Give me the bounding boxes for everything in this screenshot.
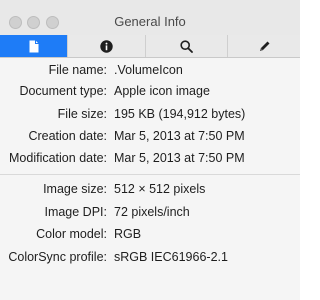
image-size-row: Image size: 512 × 512 pixels: [0, 182, 300, 202]
document-icon: [29, 40, 39, 53]
image-dpi-label: Image DPI:: [44, 205, 107, 219]
tab-general-info[interactable]: [0, 35, 68, 57]
general-info-window: General Info File name: .VolumeIcon Docu…: [0, 0, 300, 300]
tab-search[interactable]: [146, 35, 228, 57]
color-model-row: Color model: RGB: [0, 227, 300, 247]
modification-date-row: Modification date: Mar 5, 2013 at 7:50 P…: [0, 151, 300, 171]
file-size-label: File size:: [57, 107, 107, 121]
file-size-row: File size: 195 KB (194,912 bytes): [0, 107, 300, 127]
info-icon: [100, 39, 113, 53]
document-type-value: Apple icon image: [114, 84, 210, 98]
document-type-row: Document type: Apple icon image: [0, 84, 300, 104]
modification-date-value: Mar 5, 2013 at 7:50 PM: [114, 151, 245, 165]
image-dpi-row: Image DPI: 72 pixels/inch: [0, 205, 300, 225]
color-model-value: RGB: [114, 227, 142, 241]
search-icon: [180, 39, 193, 53]
tab-more-info[interactable]: [68, 35, 146, 57]
inspector-tab-bar: [0, 35, 300, 58]
colorsync-profile-value: sRGB IEC61966-2.1: [114, 250, 228, 264]
creation-date-label: Creation date:: [28, 129, 107, 143]
pencil-icon: [258, 40, 271, 53]
file-name-row: File name: .VolumeIcon: [0, 63, 300, 83]
file-name-value: .VolumeIcon: [114, 63, 183, 77]
document-type-label: Document type:: [19, 84, 107, 98]
title-bar: General Info: [0, 0, 300, 36]
file-size-value: 195 KB (194,912 bytes): [114, 107, 246, 121]
colorsync-profile-row: ColorSync profile: sRGB IEC61966-2.1: [0, 250, 300, 270]
modification-date-label: Modification date:: [9, 151, 107, 165]
color-model-label: Color model:: [36, 227, 107, 241]
creation-date-row: Creation date: Mar 5, 2013 at 7:50 PM: [0, 129, 300, 149]
colorsync-profile-label: ColorSync profile:: [8, 250, 107, 264]
window-title: General Info: [114, 14, 186, 29]
creation-date-value: Mar 5, 2013 at 7:50 PM: [114, 129, 245, 143]
file-name-label: File name:: [48, 63, 107, 77]
image-size-value: 512 × 512 pixels: [114, 182, 206, 196]
tab-annotate[interactable]: [228, 35, 300, 57]
section-divider: [0, 174, 300, 175]
image-dpi-value: 72 pixels/inch: [114, 205, 190, 219]
image-size-label: Image size:: [43, 182, 107, 196]
